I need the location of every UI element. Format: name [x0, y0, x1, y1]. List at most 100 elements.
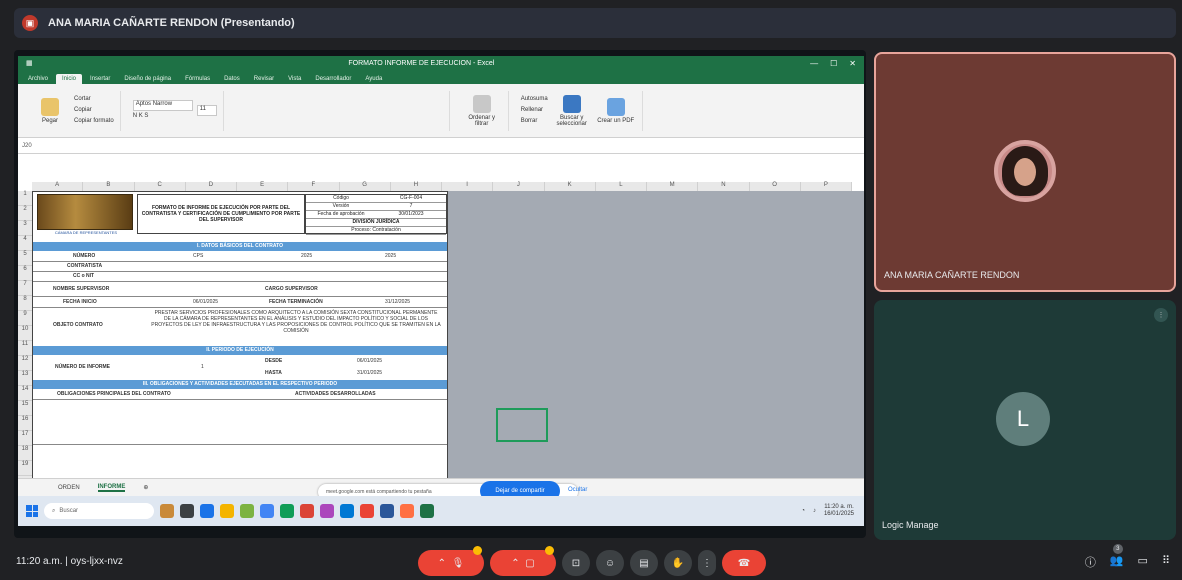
styles-group: Ordenar y filtrar — [456, 90, 509, 131]
outlook-icon[interactable] — [340, 504, 354, 518]
people-icon[interactable]: 👥 3 — [1110, 544, 1124, 570]
close-icon[interactable]: ✕ — [849, 59, 856, 68]
row-header[interactable]: 3 — [18, 221, 32, 236]
form-title: FORMATO DE INFORME DE EJECUCIÓN POR PART… — [137, 194, 305, 234]
sort-icon — [472, 94, 491, 113]
sheet-tab-informe[interactable]: INFORME — [97, 484, 126, 492]
windows-start-icon[interactable] — [26, 505, 38, 517]
tab-formulas[interactable]: Fórmulas — [179, 74, 216, 84]
row-header[interactable]: 10 — [18, 326, 32, 341]
name-box[interactable]: J20 — [22, 143, 62, 149]
drive-icon[interactable] — [280, 504, 294, 518]
app-icon[interactable] — [300, 504, 314, 518]
chrome-icon[interactable] — [260, 504, 274, 518]
wifi-icon[interactable]: ◔ — [801, 508, 805, 514]
row-header[interactable]: 13 — [18, 371, 32, 386]
app-icon[interactable] — [320, 504, 334, 518]
row-header[interactable]: 15 — [18, 401, 32, 416]
row-header[interactable]: 14 — [18, 386, 32, 401]
sort-filter-button[interactable]: Ordenar y filtrar — [462, 94, 502, 127]
row-header[interactable]: 2 — [18, 206, 32, 221]
reactions-button[interactable]: ☺ — [596, 550, 624, 576]
tab-revisar[interactable]: Revisar — [248, 74, 280, 84]
tab-archivo[interactable]: Archivo — [22, 74, 54, 84]
task-view-icon[interactable] — [180, 504, 194, 518]
row-header[interactable]: 5 — [18, 251, 32, 266]
participant-tile-logic-manage[interactable]: ⋮ L Logic Manage — [874, 300, 1176, 540]
row-header[interactable]: 18 — [18, 446, 32, 461]
activities-icon[interactable]: ⠿ — [1162, 554, 1170, 570]
tab-insertar[interactable]: Insertar — [84, 74, 116, 84]
paste-button[interactable]: Pegar — [30, 97, 70, 124]
logo-caption: CÁMARA DE REPRESENTANTES — [54, 230, 118, 235]
chat-icon[interactable]: ▭ — [1138, 554, 1148, 570]
widgets-icon[interactable] — [160, 504, 174, 518]
info-icon[interactable]: ⓘ — [1085, 554, 1096, 570]
selected-cell[interactable] — [496, 408, 548, 442]
find-select-button[interactable]: Buscar y seleccionar — [552, 94, 592, 127]
tab-diseno[interactable]: Diseño de página — [118, 74, 177, 84]
excel-title-bar: ▦ FORMATO INFORME DE EJECUCION - Excel —… — [18, 56, 864, 70]
row-header[interactable]: 12 — [18, 356, 32, 371]
edge-icon[interactable] — [200, 504, 214, 518]
font-style-buttons[interactable]: N K S — [133, 111, 193, 122]
taskbar-clock[interactable]: 11:20 a. m. 16/01/2025 — [824, 504, 854, 518]
chevron-up-icon[interactable]: ⌃ — [511, 558, 519, 569]
captions-button[interactable]: ▤ — [630, 550, 658, 576]
create-pdf-button[interactable]: Crear un PDF — [596, 97, 636, 124]
word-icon[interactable] — [380, 504, 394, 518]
cut-button[interactable]: Cortar — [74, 94, 114, 105]
row-header[interactable]: 17 — [18, 431, 32, 446]
minimize-icon[interactable]: — — [810, 59, 818, 68]
section2-header: II. PERIODO DE EJECUCIÓN — [33, 346, 447, 355]
leave-call-button[interactable]: ☎ — [722, 550, 766, 576]
add-sheet-icon[interactable]: ⊕ — [143, 484, 148, 491]
row-header[interactable]: 19 — [18, 461, 32, 476]
row-header[interactable]: 8 — [18, 296, 32, 311]
tab-desarrollador[interactable]: Desarrollador — [309, 74, 357, 84]
row-header[interactable]: 1 — [18, 191, 32, 206]
system-tray: ◔ ♪ 11:20 a. m. 16/01/2025 — [801, 504, 864, 518]
spreadsheet-grid[interactable]: ABCD EFGH IJKL MNOP 1 2 3 4 5 6 7 8 9 10 11 12 13 14 1… — [18, 168, 864, 486]
copy-button[interactable]: Copiar — [74, 105, 114, 116]
excel-window-title: FORMATO INFORME DE EJECUCION - Excel — [348, 59, 495, 67]
microphone-button[interactable]: ⌃ 🎙 — [418, 546, 484, 576]
format-painter-button[interactable]: Copiar formato — [74, 116, 114, 127]
participant-video — [994, 140, 1056, 202]
row-header[interactable]: 4 — [18, 236, 32, 251]
tab-ayuda[interactable]: Ayuda — [359, 74, 388, 84]
chevron-up-icon[interactable]: ⌃ — [438, 558, 446, 569]
font-select[interactable]: Aptos Narrow — [132, 99, 193, 111]
editing-group: Autosuma Rellenar Borrar Buscar y selecc… — [515, 90, 643, 131]
raise-hand-button[interactable]: ✋ — [664, 550, 692, 576]
row-header[interactable]: 9 — [18, 311, 32, 326]
file-explorer-icon[interactable] — [220, 504, 234, 518]
present-button[interactable]: ⊡ — [562, 550, 590, 576]
excel-icon[interactable] — [420, 504, 434, 518]
tab-datos[interactable]: Datos — [218, 74, 246, 84]
tab-vista[interactable]: Vista — [282, 74, 307, 84]
acrobat-icon[interactable] — [360, 504, 374, 518]
taskbar-search[interactable]: ⌕ Buscar — [44, 503, 154, 519]
hide-button[interactable]: Ocultar — [568, 487, 587, 493]
formula-bar[interactable]: J20 — [18, 138, 864, 154]
row-header[interactable]: 11 — [18, 341, 32, 356]
tab-inicio[interactable]: Inicio — [56, 74, 83, 84]
share-notice-text: meet.google.com está compartiendo tu pes… — [326, 489, 432, 495]
participant-tile-presenter[interactable]: ANA MARIA CAÑARTE RENDON — [874, 52, 1176, 292]
autosum-button[interactable]: Autosuma — [521, 94, 548, 105]
volume-icon[interactable]: ♪ — [813, 508, 816, 514]
clear-button[interactable]: Borrar — [521, 116, 548, 127]
sheet-tab-orden[interactable]: ORDEN — [58, 485, 80, 491]
row-header[interactable]: 16 — [18, 416, 32, 431]
app-icon[interactable] — [400, 504, 414, 518]
excel-app-icon: ▦ — [26, 60, 33, 67]
row-header[interactable]: 6 — [18, 266, 32, 281]
fill-button[interactable]: Rellenar — [521, 105, 548, 116]
font-size-select[interactable]: 11 — [196, 105, 217, 116]
maximize-icon[interactable]: ☐ — [830, 59, 837, 68]
app-icon[interactable] — [240, 504, 254, 518]
row-header[interactable]: 7 — [18, 281, 32, 296]
more-options-button[interactable]: ⋮ — [698, 550, 716, 576]
camera-button[interactable]: ⌃ ▢ — [490, 546, 556, 576]
